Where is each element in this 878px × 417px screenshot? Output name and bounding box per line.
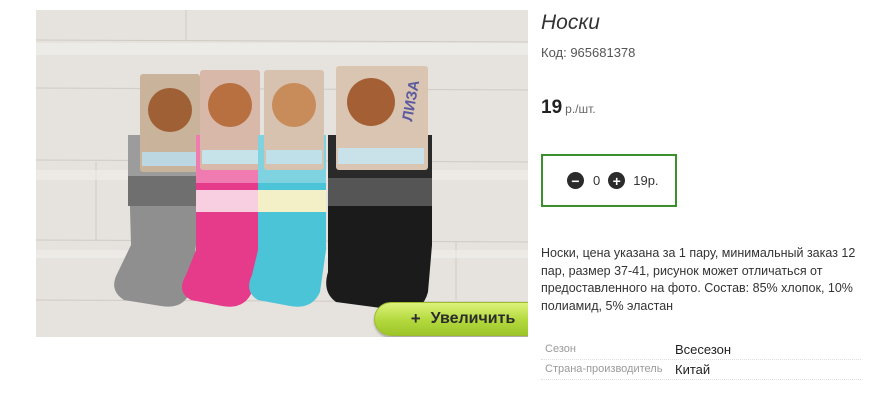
property-row: Сезон Всесезон [541, 340, 861, 360]
sock-black: ЛИЗА [326, 66, 432, 311]
product-code: Код: 965681378 [541, 45, 636, 60]
zoom-label: Увеличить [430, 310, 516, 327]
minus-icon[interactable]: − [567, 172, 584, 189]
product-price: 19 р./шт. [541, 97, 596, 119]
product-title: Носки [541, 11, 600, 34]
property-key: Страна-производитель [545, 363, 663, 375]
quantity-value[interactable]: 0 [593, 173, 600, 188]
plus-icon: + [410, 309, 421, 328]
price-unit: р./шт. [565, 102, 596, 116]
price-value: 19 [541, 97, 563, 118]
property-key: Сезон [545, 343, 576, 355]
property-value: Китай [675, 362, 711, 377]
product-properties: Сезон Всесезон Страна-производитель Кита… [541, 340, 861, 380]
socks-photo: ЛИЗА [36, 10, 528, 337]
quantity-total: 19р. [633, 173, 659, 188]
quantity-stepper: − 0 + 19р. [541, 154, 677, 207]
product-image[interactable]: ЛИЗА + Увеличить [36, 10, 528, 337]
product-description: Носки, цена указана за 1 пару, минимальн… [541, 246, 856, 313]
plus-icon[interactable]: + [608, 172, 626, 189]
zoom-button[interactable]: + Увеличить [374, 302, 528, 336]
property-row: Страна-производитель Китай [541, 360, 861, 380]
property-value: Всесезон [675, 342, 732, 357]
